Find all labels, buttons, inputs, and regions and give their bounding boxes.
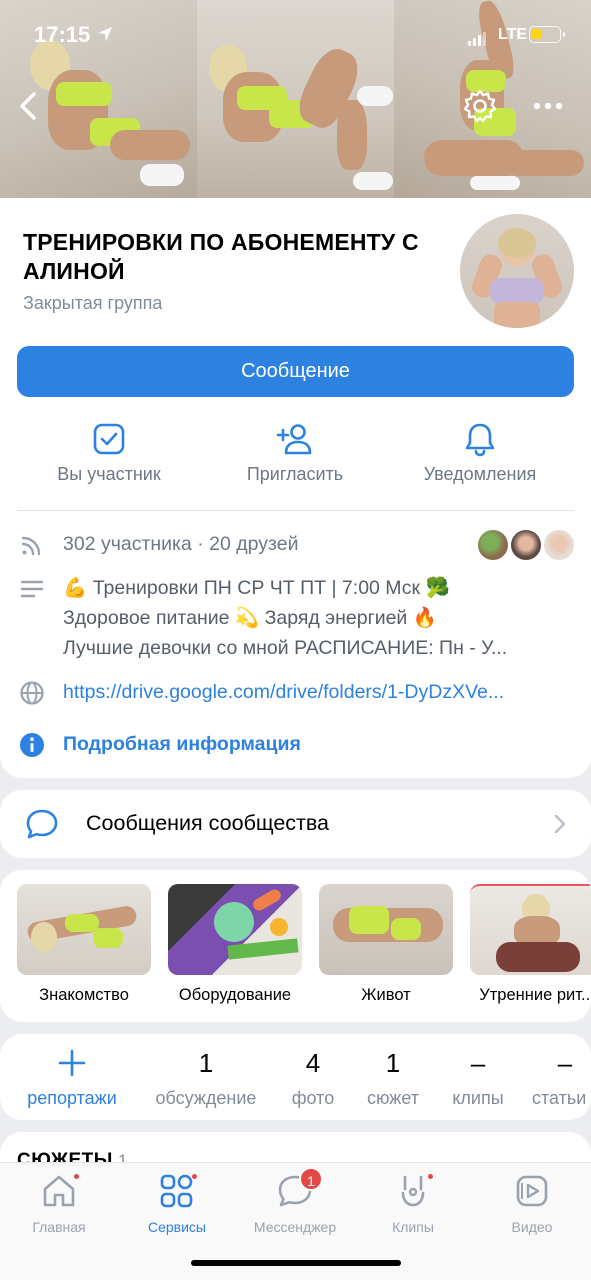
- notifications-label: Уведомления: [423, 464, 537, 484]
- counter-caption: клипы: [452, 1088, 504, 1108]
- tab-home[interactable]: Главная: [0, 1171, 118, 1235]
- back-icon[interactable]: [14, 88, 44, 124]
- invite-button[interactable]: Пригласить: [200, 420, 390, 492]
- group-type: Закрытая группа: [23, 293, 163, 313]
- album-item[interactable]: Живот: [319, 884, 453, 1012]
- signal-icon: [468, 28, 488, 46]
- tab-label: Клипы: [392, 1219, 434, 1235]
- album-caption: Живот: [361, 986, 411, 1004]
- counter-value: 1: [198, 1048, 214, 1078]
- album-thumbnail: [168, 884, 302, 975]
- member-button[interactable]: Вы участник: [14, 420, 204, 492]
- photos-counter[interactable]: 4 фото: [282, 1048, 344, 1109]
- messenger-badge: 1: [299, 1167, 323, 1191]
- tab-label: Мессенджер: [253, 1219, 337, 1235]
- more-info-row[interactable]: Подробная информация: [0, 730, 591, 760]
- album-thumbnail: [470, 884, 591, 975]
- bell-icon: [465, 423, 495, 457]
- website-link[interactable]: https://drive.google.com/drive/folders/1…: [63, 678, 504, 706]
- divider: [17, 510, 574, 511]
- counter-caption: репортажи: [27, 1088, 117, 1108]
- tab-label: Видео: [511, 1219, 553, 1235]
- counter-value: 1: [385, 1048, 401, 1078]
- text-lines-icon: [20, 580, 44, 598]
- counter-caption: обсуждение: [155, 1088, 257, 1108]
- tab-label: Сервисы: [147, 1219, 206, 1235]
- location-arrow-icon: [98, 27, 112, 41]
- more-icon[interactable]: [532, 94, 564, 118]
- add-user-icon: [276, 424, 312, 455]
- notification-dot: [73, 1173, 80, 1180]
- member-label: Вы участник: [57, 464, 161, 484]
- globe-icon: [20, 681, 44, 705]
- friend-avatar: [542, 528, 576, 562]
- album-item[interactable]: Знакомство: [17, 884, 151, 1012]
- counter-caption: сюжет: [367, 1088, 419, 1108]
- album-caption: Знакомство: [39, 986, 129, 1004]
- album-thumbnail: [319, 884, 453, 975]
- articles-counter[interactable]: – статьи: [532, 1048, 591, 1109]
- reports-counter[interactable]: репортажи: [20, 1048, 124, 1109]
- counter-caption: статьи: [532, 1088, 587, 1108]
- chevron-right-icon: [554, 814, 566, 834]
- info-icon: [20, 733, 44, 757]
- group-actions: Вы участник Пригласить Уведомления: [0, 420, 591, 492]
- counter-value: –: [557, 1048, 573, 1078]
- tab-messenger[interactable]: 1 Мессенджер: [236, 1167, 354, 1235]
- chat-bubble-icon: [26, 809, 58, 839]
- counters-card: репортажи 1 обсуждение 4 фото 1 сюжет – …: [0, 1034, 591, 1120]
- invite-label: Пригласить: [246, 464, 344, 484]
- description-line: Здоровое питание 💫 Заряд энергией 🔥: [63, 607, 438, 629]
- description-line: Лучшие девочки со мной РАСПИСАНИЕ: Пн - …: [63, 637, 508, 659]
- members-count: 302 участника · 20 друзей: [63, 533, 299, 555]
- stories-counter[interactable]: 1 сюжет: [358, 1048, 428, 1109]
- message-button[interactable]: Сообщение: [17, 346, 574, 397]
- video-icon: [516, 1175, 548, 1207]
- status-bar: 17:15 LTE: [0, 0, 591, 72]
- friends-avatars[interactable]: [476, 528, 576, 562]
- friend-avatar: [476, 528, 510, 562]
- tab-label: Главная: [32, 1219, 86, 1235]
- counter-value: –: [470, 1048, 486, 1078]
- website-row[interactable]: https://drive.google.com/drive/folders/1…: [0, 678, 591, 708]
- albums-card: Знакомство Оборудование Живот Утренние р…: [0, 870, 591, 1022]
- group-header-card: ТРЕНИРОВКИ ПО АБОНЕМЕНТУ С АЛИНОЙ Закрыт…: [0, 198, 591, 778]
- tab-services[interactable]: Сервисы: [118, 1171, 236, 1235]
- discussions-counter[interactable]: 1 обсуждение: [148, 1048, 264, 1109]
- album-caption: Утренние рит...: [479, 986, 591, 1004]
- notification-dot: [427, 1173, 434, 1180]
- group-title: ТРЕНИРОВКИ ПО АБОНЕМЕНТУ С АЛИНОЙ: [23, 229, 419, 284]
- feed-icon: [21, 536, 41, 556]
- notification-dot: [191, 1173, 198, 1180]
- tab-video[interactable]: Видео: [473, 1171, 591, 1235]
- group-avatar[interactable]: [460, 214, 574, 328]
- community-messages-label: Сообщения сообщества: [86, 811, 330, 835]
- counter-value: 4: [305, 1048, 321, 1078]
- clips-counter[interactable]: – клипы: [444, 1048, 512, 1109]
- album-caption: Оборудование: [178, 986, 292, 1004]
- community-messages-card[interactable]: Сообщения сообщества: [0, 790, 591, 858]
- album-item[interactable]: Утренние рит...: [470, 884, 591, 1012]
- battery-icon: [529, 26, 565, 43]
- checkbox-icon: [93, 423, 125, 455]
- plus-icon: [58, 1049, 86, 1077]
- friend-avatar: [509, 528, 543, 562]
- status-time: 17:15: [34, 22, 91, 47]
- gear-icon[interactable]: [462, 88, 498, 124]
- network-type: LTE: [498, 26, 528, 43]
- album-thumbnail: [17, 884, 151, 975]
- description-line: 💪 Тренировки ПН СР ЧТ ПТ | 7:00 Мск 🥦: [63, 577, 450, 599]
- tab-clips[interactable]: Клипы: [354, 1171, 472, 1235]
- description-row[interactable]: 💪 Тренировки ПН СР ЧТ ПТ | 7:00 Мск 🥦 Зд…: [0, 574, 591, 664]
- notifications-button[interactable]: Уведомления: [385, 420, 575, 492]
- counter-caption: фото: [291, 1088, 335, 1108]
- album-item[interactable]: Оборудование: [168, 884, 302, 1012]
- more-info-link[interactable]: Подробная информация: [63, 730, 301, 758]
- home-indicator: [191, 1260, 401, 1266]
